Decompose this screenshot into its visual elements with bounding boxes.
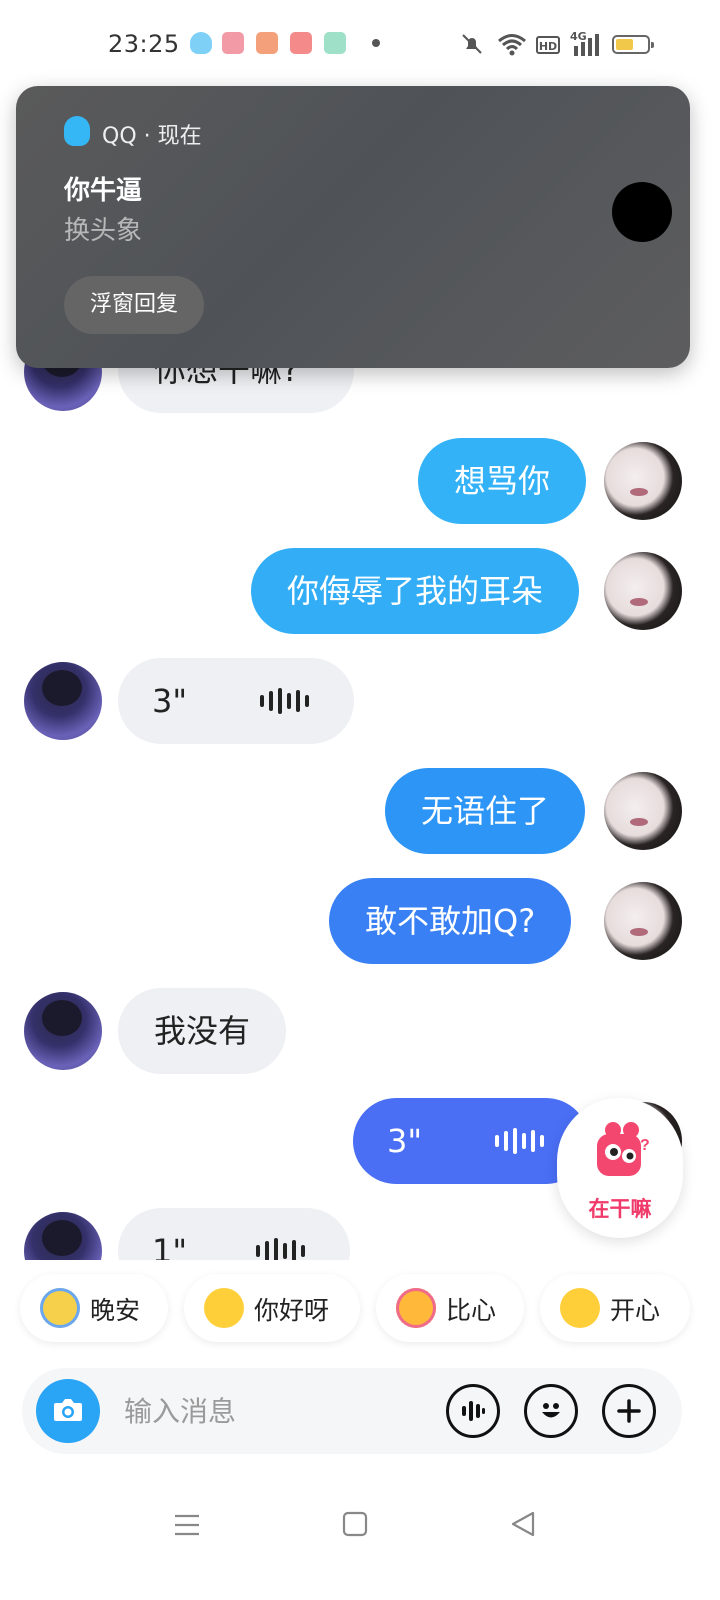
quick-reply-label: 开心 xyxy=(610,1296,661,1325)
video-app-icon xyxy=(222,32,244,54)
notification-title: 你牛逼 xyxy=(64,176,143,206)
my-avatar[interactable] xyxy=(604,882,682,960)
my-avatar[interactable] xyxy=(604,442,682,520)
happy-emoji-icon xyxy=(560,1288,600,1328)
quick-reply-label: 比心 xyxy=(446,1296,497,1325)
voice-duration: 1" xyxy=(152,1232,188,1260)
camera-button[interactable] xyxy=(36,1379,100,1443)
incoming-voice-message[interactable]: 3" xyxy=(118,658,354,744)
my-avatar[interactable] xyxy=(604,772,682,850)
voice-duration: 3" xyxy=(152,682,188,720)
menu-icon[interactable] xyxy=(174,1512,200,1538)
laughing-emoji-icon xyxy=(204,1288,244,1328)
qq-notification-banner[interactable]: QQ · 现在 你牛逼 换头象 浮窗回复 xyxy=(16,86,690,368)
add-more-button[interactable] xyxy=(602,1384,656,1438)
notification-app-name: QQ · 现在 xyxy=(102,124,202,149)
quick-reply-goodnight[interactable]: 晚安 xyxy=(20,1274,168,1342)
floating-button-label: 在干嘛 xyxy=(588,1197,652,1221)
outgoing-message-bubble[interactable]: 想骂你 xyxy=(418,438,587,524)
home-icon[interactable] xyxy=(342,1511,368,1537)
back-icon[interactable] xyxy=(510,1511,536,1537)
voice-wave-icon xyxy=(256,1238,305,1260)
fun-logo-icon: ? xyxy=(597,1122,649,1176)
float-reply-button[interactable]: 浮窗回复 xyxy=(64,276,204,334)
contact-avatar[interactable] xyxy=(24,992,102,1070)
emoji-button[interactable] xyxy=(524,1384,578,1438)
outgoing-message-bubble[interactable]: 你侮辱了我的耳朵 xyxy=(251,548,580,634)
message-input-bar xyxy=(22,1368,682,1454)
hd-badge: HD xyxy=(536,36,560,54)
quick-reply-heart[interactable]: 比心 xyxy=(376,1274,524,1342)
outgoing-message-bubble[interactable]: 无语住了 xyxy=(385,768,586,854)
qq-penguin-icon xyxy=(64,116,90,146)
mute-bell-icon xyxy=(462,34,482,54)
notification-body: 换头象 xyxy=(64,216,143,246)
voice-wave-icon xyxy=(495,1128,544,1154)
contact-avatar[interactable] xyxy=(24,662,102,740)
voice-duration: 3" xyxy=(387,1122,423,1160)
status-time: 23:25 xyxy=(108,30,180,58)
quick-reply-hello[interactable]: 你好呀 xyxy=(184,1274,360,1342)
message-input[interactable] xyxy=(122,1390,426,1432)
battery-icon xyxy=(612,35,654,54)
what-are-you-doing-floating-button[interactable]: ? 在干嘛 xyxy=(557,1098,683,1238)
more-notifications-dot xyxy=(372,39,380,47)
status-bar: 23:25 HD 4G xyxy=(0,0,720,90)
wifi-icon xyxy=(498,34,526,56)
incoming-voice-message[interactable]: 1" xyxy=(118,1208,350,1260)
camera-app-icon xyxy=(324,32,346,54)
voice-input-button[interactable] xyxy=(446,1384,500,1438)
signal-icon xyxy=(574,34,599,56)
outgoing-message-bubble[interactable]: 敢不敢加Q? xyxy=(329,878,572,964)
sleepy-emoji-icon xyxy=(40,1288,80,1328)
voice-wave-icon xyxy=(462,1401,485,1421)
grid-app-icon xyxy=(256,32,278,54)
hearts-emoji-icon xyxy=(396,1288,436,1328)
voice-wave-icon xyxy=(260,688,309,714)
quick-reply-label: 你好呀 xyxy=(254,1296,330,1325)
svg-text:?: ? xyxy=(640,1137,649,1154)
music-app-icon xyxy=(290,32,312,54)
quick-reply-label: 晚安 xyxy=(90,1296,141,1325)
incoming-message-bubble[interactable]: 我没有 xyxy=(118,988,287,1074)
smiley-icon xyxy=(542,1403,560,1418)
outgoing-voice-message[interactable]: 3" xyxy=(353,1098,589,1184)
plus-icon xyxy=(617,1399,641,1423)
my-avatar[interactable] xyxy=(604,552,682,630)
quick-reply-happy[interactable]: 开心 xyxy=(540,1274,690,1342)
qq-notification-icon xyxy=(190,32,212,54)
notification-thumbnail xyxy=(612,182,672,242)
system-navigation-bar xyxy=(0,1480,720,1600)
contact-avatar[interactable] xyxy=(24,1212,102,1260)
camera-icon xyxy=(54,1399,82,1421)
